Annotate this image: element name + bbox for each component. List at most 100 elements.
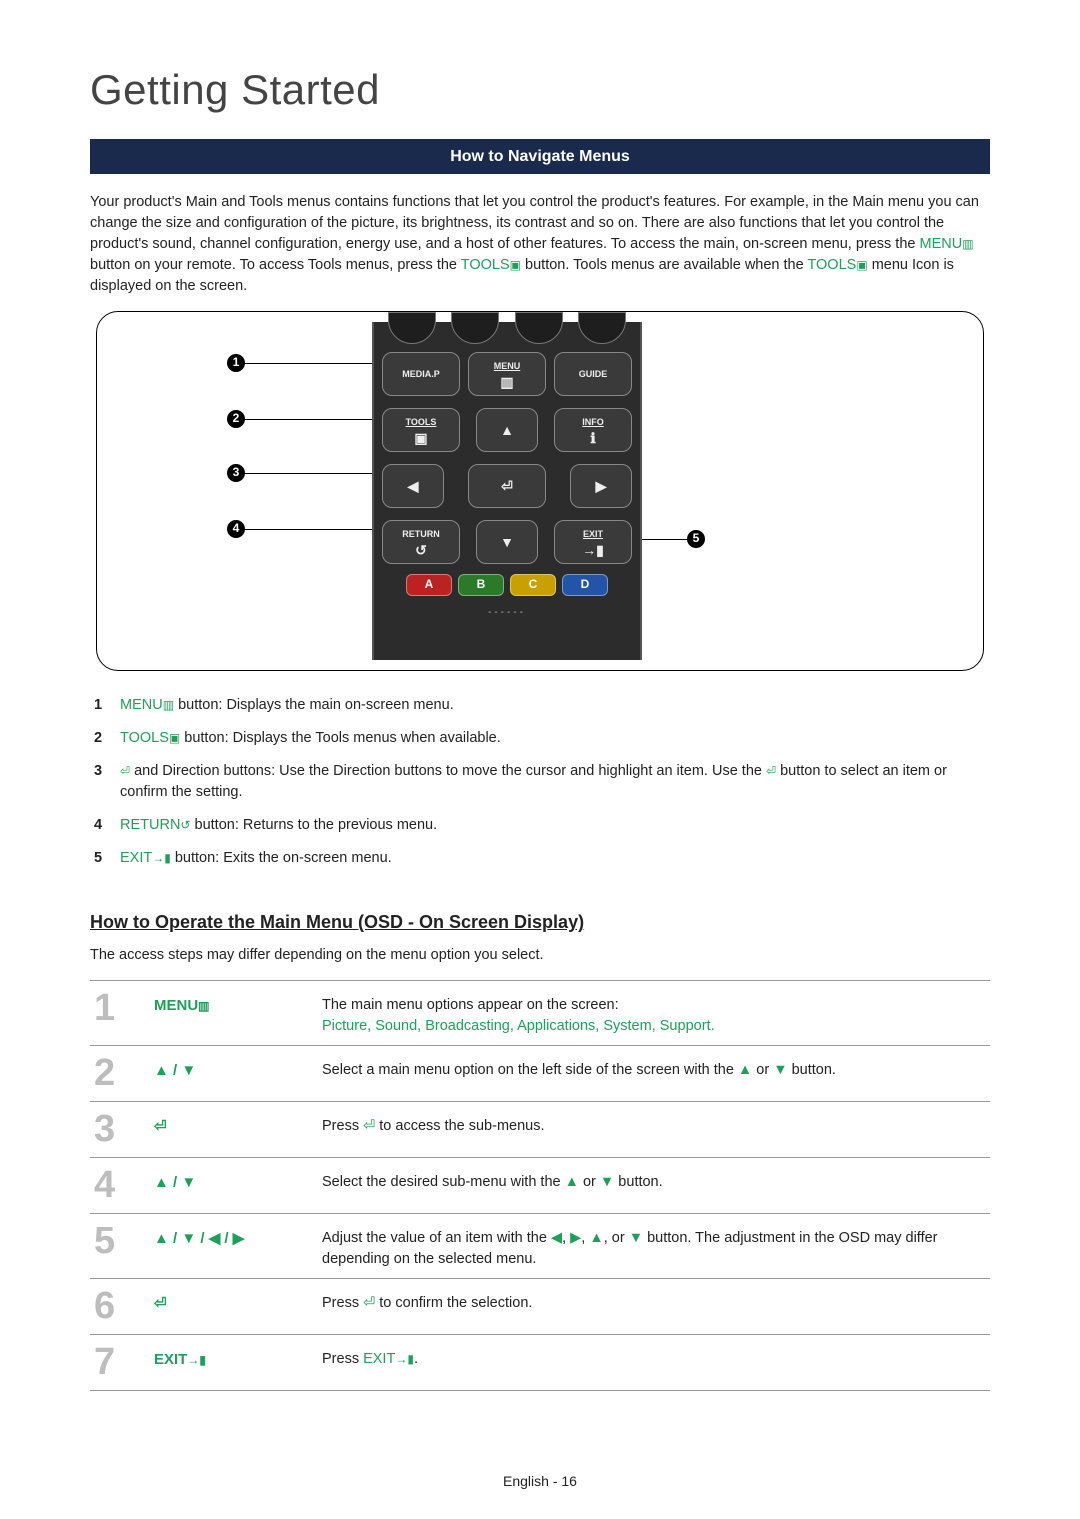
info-icon: ℹ bbox=[590, 431, 595, 445]
step-row-6: 6 ⏎ Press ⏎ to confirm the selection. bbox=[90, 1279, 990, 1335]
right-button[interactable]: ▶ bbox=[570, 464, 632, 508]
step-desc: Press ⏎ to access the sub-menus. bbox=[322, 1110, 986, 1137]
return-button[interactable]: RETURN↺ bbox=[382, 520, 460, 564]
menu-icon: ▥ bbox=[962, 236, 973, 253]
tools-icon-2: ▣ bbox=[856, 257, 867, 274]
color-button-d[interactable]: D bbox=[562, 574, 608, 596]
up-button[interactable]: ▲ bbox=[476, 408, 538, 452]
legend-label: TOOLS bbox=[120, 730, 169, 746]
guide-label: GUIDE bbox=[579, 368, 608, 381]
legend-label: MENU bbox=[120, 697, 163, 713]
color-button-row: A B C D bbox=[374, 574, 640, 604]
legend-item-4: 4 RETURN↺ button: Returns to the previou… bbox=[94, 815, 986, 836]
color-button-b[interactable]: B bbox=[458, 574, 504, 596]
step-desc: Select the desired sub-menu with the ▲ o… bbox=[322, 1166, 986, 1193]
enter-icon: ⏎ bbox=[363, 1295, 375, 1311]
step-number: 7 bbox=[94, 1343, 146, 1381]
left-button[interactable]: ◀ bbox=[382, 464, 444, 508]
remote-round-row bbox=[374, 304, 640, 340]
left-arrow-icon: ◀ bbox=[551, 1230, 562, 1246]
subnote: The access steps may differ depending on… bbox=[90, 945, 990, 966]
step-number: 2 bbox=[94, 1054, 146, 1092]
info-button[interactable]: INFO ℹ bbox=[554, 408, 632, 452]
step-desc: Adjust the value of an item with the ◀, … bbox=[322, 1222, 986, 1270]
intro-text-b: button on your remote. To access Tools m… bbox=[90, 257, 461, 273]
round-button[interactable] bbox=[515, 312, 563, 344]
legend-item-5: 5 EXIT→▮ button: Exits the on-screen men… bbox=[94, 848, 986, 869]
page-title: Getting Started bbox=[90, 60, 990, 121]
legend-item-1: 1 MENU▥ button: Displays the main on-scr… bbox=[94, 695, 986, 716]
legend-num: 1 bbox=[94, 695, 110, 716]
callout-line-4 bbox=[245, 529, 379, 530]
callout-4: 4 bbox=[227, 520, 245, 538]
legend-text: button: Exits the on-screen menu. bbox=[171, 850, 392, 866]
step-number: 1 bbox=[94, 989, 146, 1027]
left-arrow-icon: ◀ bbox=[408, 479, 419, 493]
info-label: INFO bbox=[582, 416, 604, 429]
tools-button[interactable]: TOOLS▣ bbox=[382, 408, 460, 452]
legend-text: and Direction buttons: Use the Direction… bbox=[130, 763, 766, 779]
steps-table: 1 MENU▥ The main menu options appear on … bbox=[90, 980, 990, 1391]
menu-icon: ▥ bbox=[163, 697, 174, 714]
step-desc: The main menu options appear on the scre… bbox=[322, 989, 986, 1037]
exit-label: EXIT bbox=[583, 528, 603, 541]
enter-button[interactable]: ⏎ bbox=[468, 464, 546, 508]
legend-label: EXIT bbox=[120, 850, 152, 866]
section-bar: How to Navigate Menus bbox=[90, 139, 990, 174]
legend-item-3: 3 ⏎ and Direction buttons: Use the Direc… bbox=[94, 761, 986, 803]
intro-text-a: Your product's Main and Tools menus cont… bbox=[90, 194, 979, 252]
enter-icon: ⏎ bbox=[120, 763, 130, 780]
up-arrow-icon: ▲ bbox=[565, 1174, 579, 1190]
exit-button[interactable]: EXIT→▮ bbox=[554, 520, 632, 564]
callout-line-5 bbox=[637, 539, 687, 540]
step-number: 6 bbox=[94, 1287, 146, 1325]
subheading: How to Operate the Main Menu (OSD - On S… bbox=[90, 909, 990, 935]
step-desc: Press ⏎ to confirm the selection. bbox=[322, 1287, 986, 1314]
callout-2: 2 bbox=[227, 410, 245, 428]
color-button-c[interactable]: C bbox=[510, 574, 556, 596]
round-button[interactable] bbox=[578, 312, 626, 344]
step-desc-line: The main menu options appear on the scre… bbox=[322, 995, 986, 1016]
step-key: ▲ / ▼ bbox=[154, 1166, 314, 1194]
menu-button[interactable]: MENU▥ bbox=[468, 352, 546, 396]
legend-num: 2 bbox=[94, 728, 110, 749]
callout-3: 3 bbox=[227, 464, 245, 482]
mediap-label: MEDIA.P bbox=[402, 368, 440, 381]
enter-icon: ⏎ bbox=[766, 763, 776, 780]
callout-line-2 bbox=[245, 419, 379, 420]
tools-label: TOOLS bbox=[461, 257, 510, 273]
mediap-button[interactable]: MEDIA.P bbox=[382, 352, 460, 396]
step-number: 5 bbox=[94, 1222, 146, 1260]
callout-5: 5 bbox=[687, 530, 705, 548]
tools-icon: ▣ bbox=[414, 431, 427, 445]
step-key: ⏎ bbox=[154, 1287, 314, 1315]
legend-label: RETURN bbox=[120, 817, 180, 833]
right-arrow-icon: ▶ bbox=[596, 479, 607, 493]
legend-text: button: Displays the Tools menus when av… bbox=[180, 730, 501, 746]
legend-text: button: Displays the main on-screen menu… bbox=[174, 697, 454, 713]
round-button[interactable] bbox=[451, 312, 499, 344]
intro-text-c: button. Tools menus are available when t… bbox=[525, 257, 807, 273]
right-arrow-icon: ▶ bbox=[570, 1230, 581, 1246]
color-button-a[interactable]: A bbox=[406, 574, 452, 596]
up-arrow-icon: ▲ bbox=[500, 423, 514, 437]
round-button[interactable] bbox=[388, 312, 436, 344]
tools-icon: ▣ bbox=[510, 257, 521, 274]
exit-icon: →▮ bbox=[152, 850, 171, 867]
guide-button[interactable]: GUIDE bbox=[554, 352, 632, 396]
page-footer: English - 16 bbox=[90, 1471, 990, 1491]
tools-icon: ▣ bbox=[169, 730, 180, 747]
step-row-3: 3 ⏎ Press ⏎ to access the sub-menus. bbox=[90, 1102, 990, 1158]
step-row-4: 4 ▲ / ▼ Select the desired sub-menu with… bbox=[90, 1158, 990, 1214]
footer-lang: English bbox=[503, 1473, 549, 1489]
step-desc: Press EXIT→▮. bbox=[322, 1343, 986, 1370]
legend-item-2: 2 TOOLS▣ button: Displays the Tools menu… bbox=[94, 728, 986, 749]
step-number: 4 bbox=[94, 1166, 146, 1204]
menu-icon: ▥ bbox=[198, 998, 209, 1015]
callout-line-3 bbox=[245, 473, 379, 474]
exit-icon: →▮ bbox=[187, 1352, 206, 1369]
menu-icon: ▥ bbox=[500, 375, 513, 389]
exit-label: EXIT bbox=[363, 1351, 395, 1367]
down-button[interactable]: ▼ bbox=[476, 520, 538, 564]
down-arrow-icon: ▼ bbox=[500, 535, 514, 549]
